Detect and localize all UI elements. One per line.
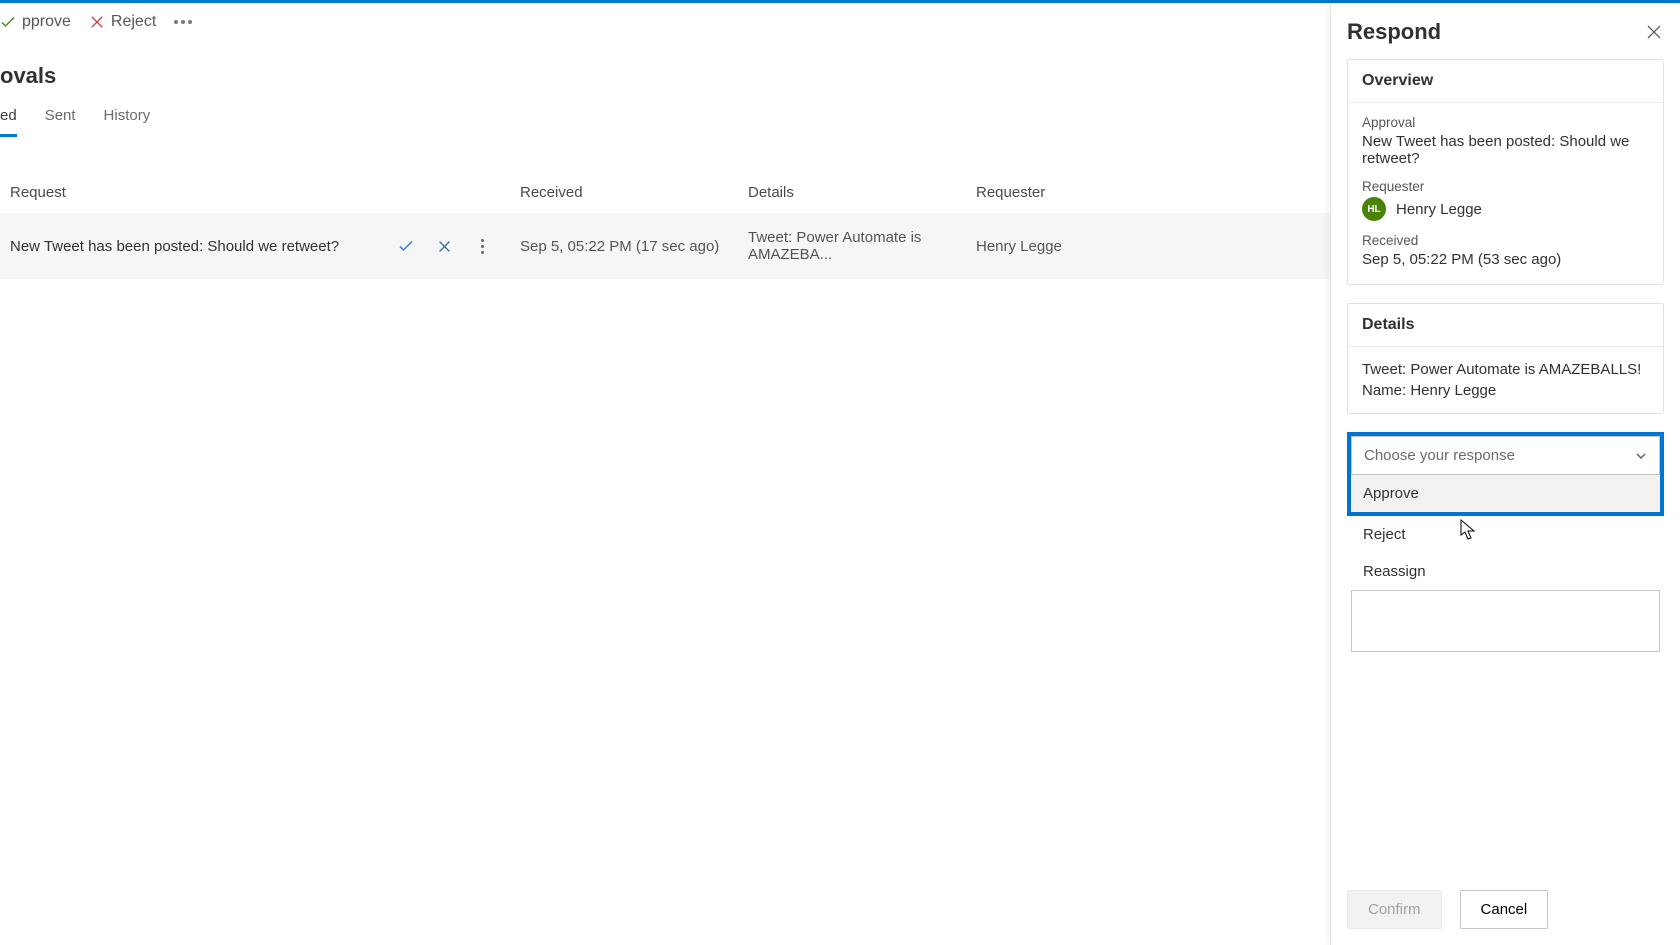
dropdown-placeholder: Choose your response [1364,447,1515,464]
dot-icon [174,20,178,24]
approval-label: Approval [1362,115,1649,130]
panel-header: Respond [1347,19,1664,45]
dropdown-option-reject[interactable]: Reject [1351,516,1660,553]
approval-field: Approval New Tweet has been posted: Shou… [1362,115,1649,167]
details-line1: Tweet: Power Automate is AMAZEBALLS! [1362,359,1649,380]
dropdown-option-approve[interactable]: Approve [1351,475,1660,512]
tab-history[interactable]: History [104,101,151,137]
x-icon [89,14,105,30]
more-command[interactable] [174,20,192,24]
main-content: pprove Reject ovals ed Sent History Requ… [0,3,1330,945]
reject-icon[interactable] [436,238,452,254]
panel-footer: Confirm Cancel [1347,890,1548,929]
row-received: Sep 5, 05:22 PM (17 sec ago) [520,238,748,255]
comment-box[interactable] [1351,590,1660,652]
requester-name: Henry Legge [1396,201,1482,218]
tabs: ed Sent History [0,101,1330,138]
reject-command[interactable]: Reject [89,13,156,31]
panel-title: Respond [1347,19,1441,45]
respond-panel: Respond Overview Approval New Tweet has … [1330,3,1680,945]
approve-command[interactable]: pprove [0,13,71,31]
col-requester: Requester [976,184,1320,201]
received-field: Received Sep 5, 05:22 PM (53 sec ago) [1362,233,1649,268]
response-dropdown[interactable]: Choose your response [1351,436,1660,475]
received-label: Received [1362,233,1649,248]
row-details: Tweet: Power Automate is AMAZEBA... [748,229,976,263]
approval-value: New Tweet has been posted: Should we ret… [1362,133,1649,167]
dropdown-list: Approve [1351,475,1660,512]
table-row[interactable]: New Tweet has been posted: Should we ret… [0,213,1330,279]
dot-icon [188,20,192,24]
overview-card: Overview Approval New Tweet has been pos… [1347,59,1664,285]
col-request: Request [10,184,520,201]
page-title: ovals [0,63,1330,89]
requester-field: Requester HL Henry Legge [1362,179,1649,221]
more-icon[interactable] [474,238,490,254]
dropdown-option-reassign[interactable]: Reassign [1351,553,1660,590]
approve-icon[interactable] [398,238,414,254]
dot-icon [181,20,185,24]
reject-label: Reject [111,13,156,31]
details-line2: Name: Henry Legge [1362,380,1649,401]
row-title: New Tweet has been posted: Should we ret… [10,238,339,255]
overview-heading: Overview [1348,60,1663,103]
details-card: Details Tweet: Power Automate is AMAZEBA… [1347,303,1664,414]
avatar: HL [1362,197,1386,221]
chevron-down-icon [1635,450,1647,462]
col-details: Details [748,184,976,201]
row-actions [398,238,490,254]
cancel-button[interactable]: Cancel [1460,890,1549,929]
checkmark-icon [0,14,16,30]
tab-received[interactable]: ed [0,101,17,137]
response-dropdown-highlight: Choose your response Approve [1347,432,1664,516]
received-value: Sep 5, 05:22 PM (53 sec ago) [1362,251,1649,268]
requester-label: Requester [1362,179,1649,194]
col-received: Received [520,184,748,201]
tab-sent[interactable]: Sent [45,101,76,137]
command-toolbar: pprove Reject [0,3,1330,45]
row-requester: Henry Legge [976,238,1320,255]
confirm-button[interactable]: Confirm [1347,890,1442,929]
table-header: Request Received Details Requester [0,172,1330,213]
approve-label: pprove [22,13,71,31]
details-heading: Details [1348,304,1663,347]
close-icon[interactable] [1644,22,1664,42]
